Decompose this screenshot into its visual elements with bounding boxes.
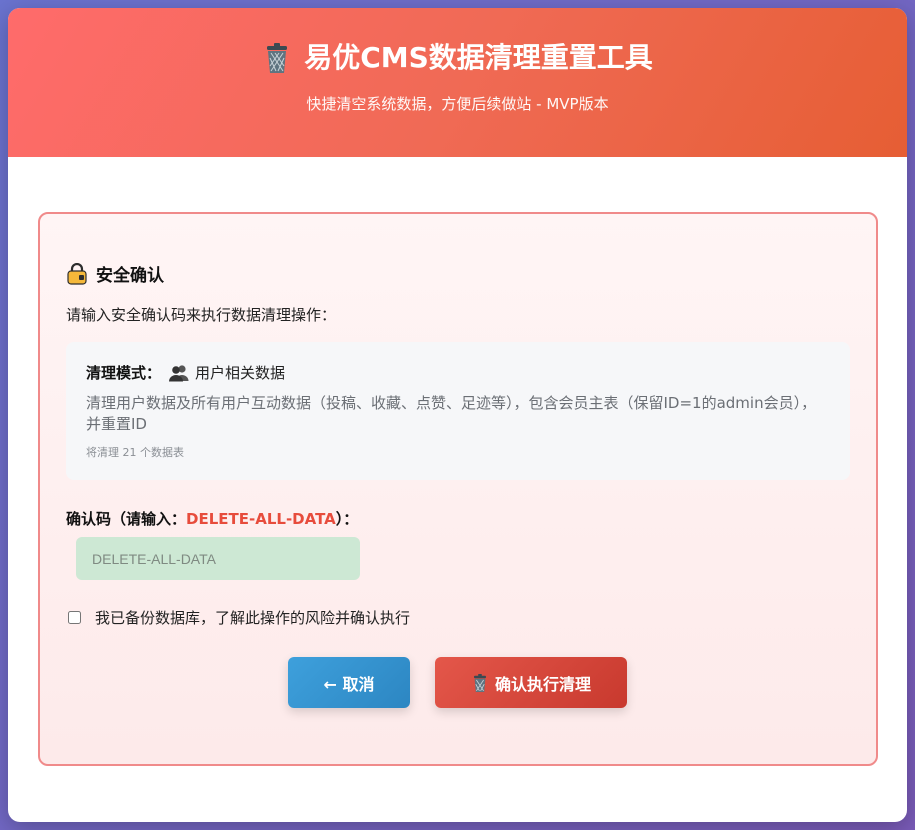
section-title: 安全确认 xyxy=(96,266,164,286)
mode-info-box: 清理模式： 用户相关数据 清理用户数据及所有用户互动数据（投稿、收藏、点赞、足迹… xyxy=(66,342,850,480)
mode-line: 清理模式： 用户相关数据 xyxy=(86,362,830,383)
code-label-suffix: ）： xyxy=(335,510,359,528)
code-label-prefix: 确认码（请输入： xyxy=(66,510,187,528)
security-panel: 安全确认 请输入安全确认码来执行数据清理操作： 清理模式： 用户相关数据 清理用… xyxy=(38,212,878,766)
section-title-row: 安全确认 xyxy=(66,261,164,286)
intro-text: 请输入安全确认码来执行数据清理操作： xyxy=(66,306,337,324)
confirm-row[interactable]: 我已备份数据库，了解此操作的风险并确认执行 xyxy=(68,607,410,628)
backup-confirm-checkbox[interactable] xyxy=(68,611,81,624)
page-title-row: 易优CMS数据清理重置工具 xyxy=(8,40,907,76)
code-highlight: DELETE-ALL-DATA xyxy=(186,510,336,528)
confirm-clean-button[interactable]: 确认执行清理 xyxy=(435,657,627,708)
mode-description: 清理用户数据及所有用户互动数据（投稿、收藏、点赞、足迹等），包含会员主表（保留I… xyxy=(86,394,817,433)
page-title: 易优CMS数据清理重置工具 xyxy=(304,41,653,74)
mode-label: 清理模式： xyxy=(86,364,162,382)
confirmation-code-input[interactable] xyxy=(76,537,360,580)
page-header: 易优CMS数据清理重置工具 快捷清空系统数据，方便后续做站 - MVP版本 xyxy=(8,8,907,157)
main-card: 易优CMS数据清理重置工具 快捷清空系统数据，方便后续做站 - MVP版本 安全… xyxy=(8,8,907,822)
lock-icon xyxy=(67,262,87,285)
page-subtitle: 快捷清空系统数据，方便后续做站 - MVP版本 xyxy=(306,95,609,113)
users-icon xyxy=(169,364,189,381)
confirm-clean-label: 确认执行清理 xyxy=(494,674,591,694)
cancel-button-label: ← 取消 xyxy=(323,674,375,694)
cancel-button[interactable]: ← 取消 xyxy=(288,657,410,708)
code-label: 确认码（请输入：DELETE-ALL-DATA）： xyxy=(66,508,358,529)
mode-value: 用户相关数据 xyxy=(195,364,286,382)
confirm-checkbox-label: 我已备份数据库，了解此操作的风险并确认执行 xyxy=(95,609,411,627)
trash-icon xyxy=(473,673,486,692)
table-count: 将清理 21 个数据表 xyxy=(86,446,184,459)
trash-icon xyxy=(267,43,288,73)
